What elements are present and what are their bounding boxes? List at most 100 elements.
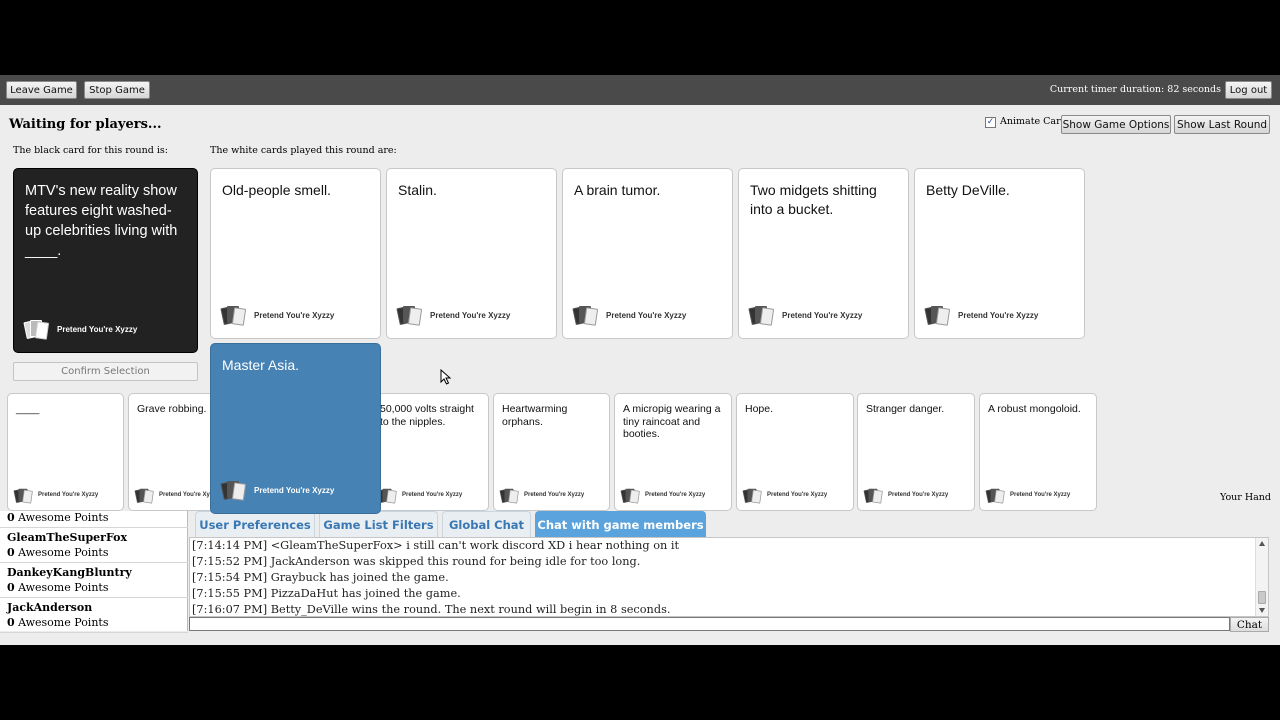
white-cards-section-label: The white cards played this round are: xyxy=(210,145,397,156)
player-name: GleamTheSuperFox xyxy=(7,531,128,544)
tab-user-preferences[interactable]: User Preferences xyxy=(195,511,315,537)
player-name: DankeyKangBluntry xyxy=(7,566,132,579)
chat-message: [7:15:54 PM] Graybuck has joined the gam… xyxy=(192,571,449,584)
timer-duration-text: Current timer duration: 82 seconds xyxy=(1049,84,1221,95)
card-footer: Pretend You're Xyzzy xyxy=(23,319,191,341)
scroll-down-icon[interactable] xyxy=(1259,608,1265,613)
card-footer: Pretend You're Xyzzy xyxy=(572,305,726,327)
chat-send-button[interactable]: Chat xyxy=(1230,617,1269,632)
card-text: Two midgets shitting into a bucket. xyxy=(750,182,877,217)
card-deck-logo-icon xyxy=(985,488,1007,505)
show-game-options-button[interactable]: Show Game Options xyxy=(1061,115,1171,134)
card-text: A robust mongoloid. xyxy=(988,403,1081,415)
card-text: ____ xyxy=(16,403,40,415)
card-deck-logo-icon xyxy=(23,319,52,341)
leave-game-button[interactable]: Leave Game xyxy=(6,81,77,99)
card-deck-logo-icon xyxy=(220,480,249,502)
your-hand-label: Your Hand xyxy=(1220,492,1271,503)
chat-log[interactable]: [7:14:14 PM] <GleamTheSuperFox> i still … xyxy=(189,537,1269,617)
card-deck-logo-icon xyxy=(863,488,885,505)
stop-game-button[interactable]: Stop Game xyxy=(84,81,150,99)
game-screen: Leave Game Stop Game Current timer durat… xyxy=(0,75,1280,645)
card-deck-logo-icon xyxy=(220,305,249,327)
played-white-card[interactable]: Two midgets shitting into a bucket. Pret… xyxy=(738,168,909,339)
chat-message: [7:16:07 PM] Betty_DeVille wins the roun… xyxy=(192,603,671,616)
card-deck-logo-icon xyxy=(742,488,764,505)
card-deck-logo-icon xyxy=(748,305,777,327)
card-footer: Pretend You're Xyzzy xyxy=(499,488,603,505)
scoreboard-row: DankeyKangBluntry 0 Awesome Points xyxy=(0,563,188,598)
card-text: 50,000 volts straight to the nipples. xyxy=(380,403,474,428)
card-text: A brain tumor. xyxy=(574,182,661,198)
chat-message: [7:15:52 PM] JackAnderson was skipped th… xyxy=(192,555,641,568)
hand-card[interactable]: Hope. Pretend You're Xyzzy xyxy=(736,393,854,511)
mouse-cursor-icon xyxy=(440,369,452,385)
black-card-section-label: The black card for this round is: xyxy=(13,145,168,156)
played-white-card[interactable]: Old-people smell. Pretend You're Xyzzy xyxy=(210,168,381,339)
black-card-text: MTV's new reality show features eight wa… xyxy=(25,183,178,259)
card-text: Hope. xyxy=(745,403,774,415)
played-white-card[interactable]: Stalin. Pretend You're Xyzzy xyxy=(386,168,557,339)
card-text: Master Asia. xyxy=(222,357,300,373)
card-footer: Pretend You're Xyzzy xyxy=(748,305,902,327)
card-footer-label: Pretend You're Xyzzy xyxy=(782,311,863,320)
card-footer-label: Pretend You're Xyzzy xyxy=(1010,492,1071,498)
card-footer-label: Pretend You're Xyzzy xyxy=(254,311,335,320)
winning-white-card[interactable]: Master Asia. Pretend You're Xyzzy xyxy=(210,343,381,514)
player-name: JackAnderson xyxy=(7,601,93,614)
played-white-card[interactable]: A brain tumor. Pretend You're Xyzzy xyxy=(562,168,733,339)
card-deck-logo-icon xyxy=(499,488,521,505)
scoreboard-row: GleamTheSuperFox 0 Awesome Points xyxy=(0,528,188,563)
chat-scrollbar[interactable] xyxy=(1255,538,1268,616)
animate-cards-checkbox[interactable]: ✓ xyxy=(985,117,996,128)
scoreboard-row: JackAnderson 0 Awesome Points xyxy=(0,598,188,633)
scrollbar-thumb[interactable] xyxy=(1258,591,1266,604)
player-points: 0 Awesome Points xyxy=(7,546,109,559)
scoreboard-row: 0 Awesome Points xyxy=(0,493,188,528)
chat-message: [7:14:14 PM] <GleamTheSuperFox> i still … xyxy=(192,539,680,552)
chat-input[interactable] xyxy=(189,617,1230,631)
card-deck-logo-icon xyxy=(924,305,953,327)
card-deck-logo-icon xyxy=(620,488,642,505)
card-footer-label: Pretend You're Xyzzy xyxy=(430,311,511,320)
hand-card[interactable]: A robust mongoloid. Pretend You're Xyzzy xyxy=(979,393,1097,511)
checkbox-check-icon: ✓ xyxy=(986,117,995,127)
card-deck-logo-icon xyxy=(396,305,425,327)
card-footer-label: Pretend You're Xyzzy xyxy=(958,311,1039,320)
card-footer-label: Pretend You're Xyzzy xyxy=(254,486,335,495)
card-footer-label: Pretend You're Xyzzy xyxy=(524,492,585,498)
card-footer-label: Pretend You're Xyzzy xyxy=(767,492,828,498)
card-footer: Pretend You're Xyzzy xyxy=(396,305,550,327)
player-points: 0 Awesome Points xyxy=(7,581,109,594)
card-deck-logo-icon xyxy=(572,305,601,327)
tab-global-chat[interactable]: Global Chat xyxy=(442,511,531,537)
tab-game-list-filters[interactable]: Game List Filters xyxy=(319,511,438,537)
hand-card[interactable]: A micropig wearing a tiny raincoat and b… xyxy=(614,393,732,511)
player-points: 0 Awesome Points xyxy=(7,511,109,524)
show-last-round-button[interactable]: Show Last Round xyxy=(1174,115,1270,134)
hand-card[interactable]: Heartwarming orphans. Pretend You're Xyz… xyxy=(493,393,610,511)
card-footer: Pretend You're Xyzzy xyxy=(985,488,1090,505)
confirm-selection-button[interactable]: Confirm Selection xyxy=(13,362,198,381)
scoreboard: 0 Awesome Points GleamTheSuperFox 0 Awes… xyxy=(0,511,188,633)
hand-card[interactable]: Stranger danger. Pretend You're Xyzzy xyxy=(857,393,975,511)
card-footer: Pretend You're Xyzzy xyxy=(924,305,1078,327)
card-footer: Pretend You're Xyzzy xyxy=(220,480,374,502)
card-text: Heartwarming orphans. xyxy=(502,403,568,428)
card-footer-label: Pretend You're Xyzzy xyxy=(402,492,463,498)
card-footer-label: Pretend You're Xyzzy xyxy=(888,492,949,498)
card-text: Betty DeVille. xyxy=(926,182,1010,198)
chat-message: [7:15:55 PM] PizzaDaHut has joined the g… xyxy=(192,587,461,600)
scroll-up-icon[interactable] xyxy=(1259,541,1265,546)
card-footer-label: Pretend You're Xyzzy xyxy=(645,492,706,498)
game-status-title: Waiting for players... xyxy=(9,117,162,132)
card-text: Stalin. xyxy=(398,182,437,198)
tab-chat-with-game-members[interactable]: Chat with game members xyxy=(535,511,706,537)
card-text: Stranger danger. xyxy=(866,403,945,415)
played-white-card[interactable]: Betty DeVille. Pretend You're Xyzzy xyxy=(914,168,1085,339)
card-footer: Pretend You're Xyzzy xyxy=(863,488,968,505)
card-text: A micropig wearing a tiny raincoat and b… xyxy=(623,403,721,440)
hand-card[interactable]: 50,000 volts straight to the nipples. Pr… xyxy=(371,393,489,511)
log-out-button[interactable]: Log out xyxy=(1225,81,1272,99)
card-deck-logo-icon xyxy=(377,488,399,505)
